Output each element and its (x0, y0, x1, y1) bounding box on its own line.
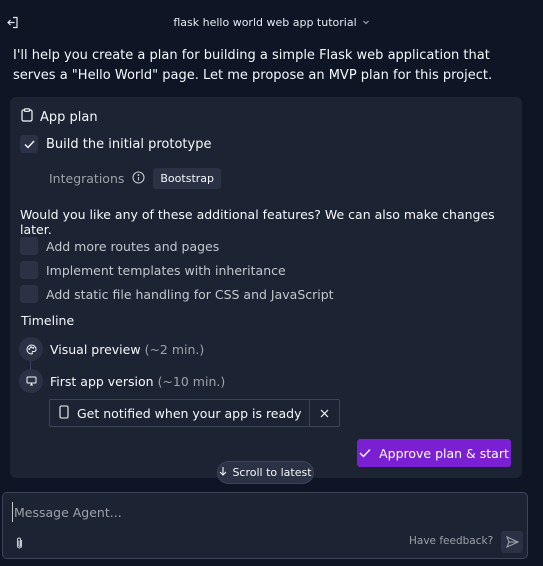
feature-label: Add more routes and pages (46, 238, 220, 254)
chevron-down-icon (362, 16, 370, 29)
feature-label: Implement templates with inheritance (46, 262, 286, 278)
timeline-connector (30, 361, 31, 369)
timeline-item-duration: (~2 min.) (144, 341, 205, 357)
close-icon[interactable] (310, 400, 339, 426)
approve-plan-label: Approve plan & start (379, 445, 509, 461)
main-task-row: Build the initial prototype (20, 135, 211, 153)
timeline-item-duration: (~10 min.) (157, 373, 226, 389)
check-icon (359, 446, 371, 461)
chat-title: flask hello world web app tutorial (173, 15, 357, 29)
feature-option: Add static file handling for CSS and Jav… (20, 285, 334, 303)
app-plan-card: App plan Build the initial prototype Int… (10, 97, 522, 478)
paperclip-icon[interactable] (12, 535, 26, 551)
message-composer: Have feedback? (2, 492, 528, 559)
timeline-item-label: Visual preview (50, 341, 141, 357)
exit-panel-icon[interactable] (4, 14, 20, 30)
integrations-label: Integrations (49, 171, 125, 186)
timeline-item-text: First app version (~10 min.) (50, 374, 225, 389)
feedback-link[interactable]: Have feedback? (409, 535, 493, 547)
integration-tag: Bootstrap (153, 168, 221, 189)
main-task-checkbox[interactable] (20, 135, 38, 153)
timeline-item-label: First app version (50, 373, 154, 389)
agent-message: I'll help you create a plan for building… (13, 48, 493, 83)
timeline-item: Visual preview (~2 min.) (19, 337, 204, 361)
feature-option: Add more routes and pages (20, 237, 219, 255)
arrow-down-icon (219, 466, 227, 479)
approve-plan-button[interactable]: Approve plan & start (357, 439, 511, 467)
integrations-row: Integrations Bootstrap (49, 168, 221, 189)
palette-icon (19, 337, 43, 361)
feature-checkbox[interactable] (20, 285, 38, 303)
feature-option: Implement templates with inheritance (20, 261, 286, 279)
message-input[interactable] (12, 502, 512, 522)
feature-checkbox[interactable] (20, 261, 38, 279)
plan-title: App plan (40, 109, 98, 125)
top-bar: flask hello world web app tutorial (0, 0, 543, 44)
chat-title-dropdown[interactable]: flask hello world web app tutorial (173, 16, 369, 29)
notify-button[interactable]: Get notified when your app is ready (50, 400, 310, 426)
notify-box: Get notified when your app is ready (49, 399, 340, 427)
notify-label: Get notified when your app is ready (77, 405, 302, 421)
plan-header: App plan (21, 108, 98, 126)
phone-icon (59, 404, 69, 422)
send-icon[interactable] (501, 531, 523, 553)
feature-label: Add static file handling for CSS and Jav… (46, 286, 334, 302)
timeline-item-text: Visual preview (~2 min.) (50, 342, 204, 357)
info-icon[interactable] (132, 170, 145, 187)
monitor-icon (19, 369, 43, 393)
scroll-to-latest-label: Scroll to latest (232, 466, 312, 479)
timeline-label: Timeline (21, 313, 75, 328)
scroll-to-latest-button[interactable]: Scroll to latest (217, 461, 314, 484)
main-task-label: Build the initial prototype (46, 136, 212, 152)
clipboard-icon (21, 108, 33, 126)
timeline-item: First app version (~10 min.) (19, 369, 225, 393)
features-question: Would you like any of these additional f… (20, 207, 495, 237)
feature-checkbox[interactable] (20, 237, 38, 255)
